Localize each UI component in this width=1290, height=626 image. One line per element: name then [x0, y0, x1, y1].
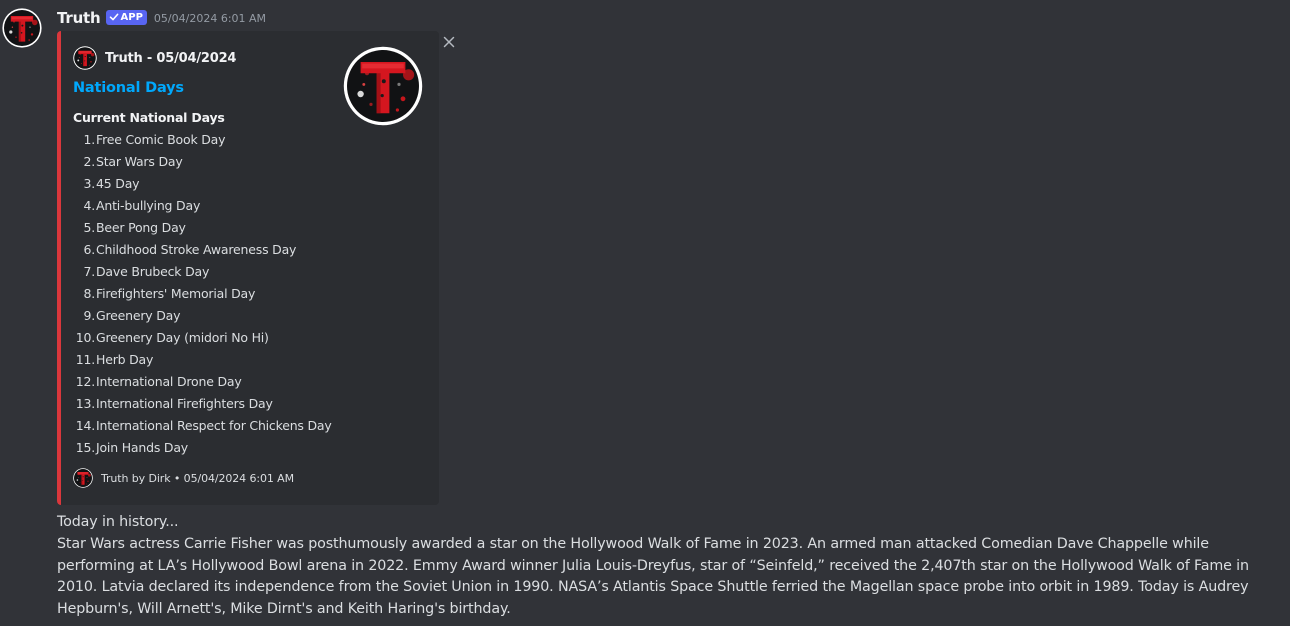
list-item-number: 11. [75, 352, 95, 367]
list-item: 14. International Respect for Chickens Da… [73, 415, 332, 437]
list-item-label: Beer Pong Day [96, 220, 186, 235]
app-badge: APP [105, 9, 147, 25]
list-item-number: 3. [83, 176, 95, 191]
list-item: 10. Greenery Day (midori No Hi) [73, 327, 332, 349]
list-item-number: 13. [75, 396, 95, 411]
list-item-number: 1. [83, 132, 95, 147]
message-content: Today in history... Star Wars actress Ca… [57, 512, 1282, 621]
chat-message: Truth APP 05/04/2024 6:01 AM Truth - 05/… [0, 0, 1290, 626]
list-item-number: 7. [83, 264, 95, 279]
author-logo-icon [73, 46, 97, 70]
embed-title[interactable]: National Days [73, 80, 184, 96]
list-item-label: Dave Brubeck Day [96, 264, 210, 279]
list-item-label: Anti-bullying Day [96, 198, 201, 213]
list-item-label: Greenery Day (midori No Hi) [96, 330, 269, 345]
list-item-label: Free Comic Book Day [96, 132, 226, 147]
list-item-number: 14. [75, 418, 95, 433]
list-item: 1. Free Comic Book Day [73, 129, 332, 151]
message-header: Truth APP 05/04/2024 6:01 AM [57, 7, 266, 29]
list-item-number: 4. [83, 198, 95, 213]
truth-logo-icon[interactable] [2, 8, 42, 48]
list-item-number: 12. [75, 374, 95, 389]
list-item-number: 9. [83, 308, 95, 323]
embed-author-name: Truth - 05/04/2024 [105, 50, 237, 66]
list-item-label: Herb Day [96, 352, 154, 367]
list-item-number: 5. [83, 220, 95, 235]
list-item: 15. Join Hands Day [73, 437, 332, 459]
list-item-label: International Drone Day [96, 374, 242, 389]
history-text: Star Wars actress Carrie Fisher was post… [57, 535, 1249, 618]
list-item: 4. Anti-bullying Day [73, 195, 332, 217]
list-item-label: Childhood Stroke Awareness Day [96, 242, 297, 257]
list-item: 7. Dave Brubeck Day [73, 261, 332, 283]
embed-field-name: Current National Days [73, 110, 225, 125]
list-item-number: 6. [83, 242, 95, 257]
list-item: 8. Firefighters' Memorial Day [73, 283, 332, 305]
list-item-label: 45 Day [96, 176, 140, 191]
list-item-label: Join Hands Day [96, 440, 188, 455]
list-item: 13. International Firefighters Day [73, 393, 332, 415]
list-item: 3. 45 Day [73, 173, 332, 195]
history-heading: Today in history... [57, 514, 179, 530]
embed-footer: Truth by Dirk • 05/04/2024 6:01 AM [73, 468, 294, 488]
list-item: 6. Childhood Stroke Awareness Day [73, 239, 332, 261]
list-item-label: International Firefighters Day [96, 396, 273, 411]
list-item-label: Firefighters' Memorial Day [96, 286, 256, 301]
list-item: 12. International Drone Day [73, 371, 332, 393]
footer-logo-icon [73, 468, 93, 488]
list-item-number: 2. [83, 154, 95, 169]
list-item: 11. Herb Day [73, 349, 332, 371]
embed-thumbnail[interactable] [343, 46, 423, 126]
checkmark-icon [109, 13, 118, 21]
embed-card: Truth - 05/04/2024 National Days Current… [57, 31, 439, 505]
list-item-label: Star Wars Day [96, 154, 183, 169]
list-item-label: Greenery Day [96, 308, 181, 323]
message-timestamp[interactable]: 05/04/2024 6:01 AM [154, 12, 266, 25]
app-badge-label: APP [120, 11, 143, 23]
close-icon[interactable] [443, 33, 455, 48]
national-days-list: 1. Free Comic Book Day 2. Star Wars Day 3.… [73, 129, 332, 459]
list-item-label: International Respect for Chickens Day [96, 418, 332, 433]
list-item: 9. Greenery Day [73, 305, 332, 327]
embed-author: Truth - 05/04/2024 [73, 46, 236, 70]
list-item: 5. Beer Pong Day [73, 217, 332, 239]
list-item-number: 8. [83, 286, 95, 301]
list-item: 2. Star Wars Day [73, 151, 332, 173]
list-item-number: 10. [75, 330, 95, 345]
list-item-number: 15. [75, 440, 95, 455]
username[interactable]: Truth [57, 9, 101, 27]
embed-footer-text: Truth by Dirk • 05/04/2024 6:01 AM [101, 471, 294, 485]
